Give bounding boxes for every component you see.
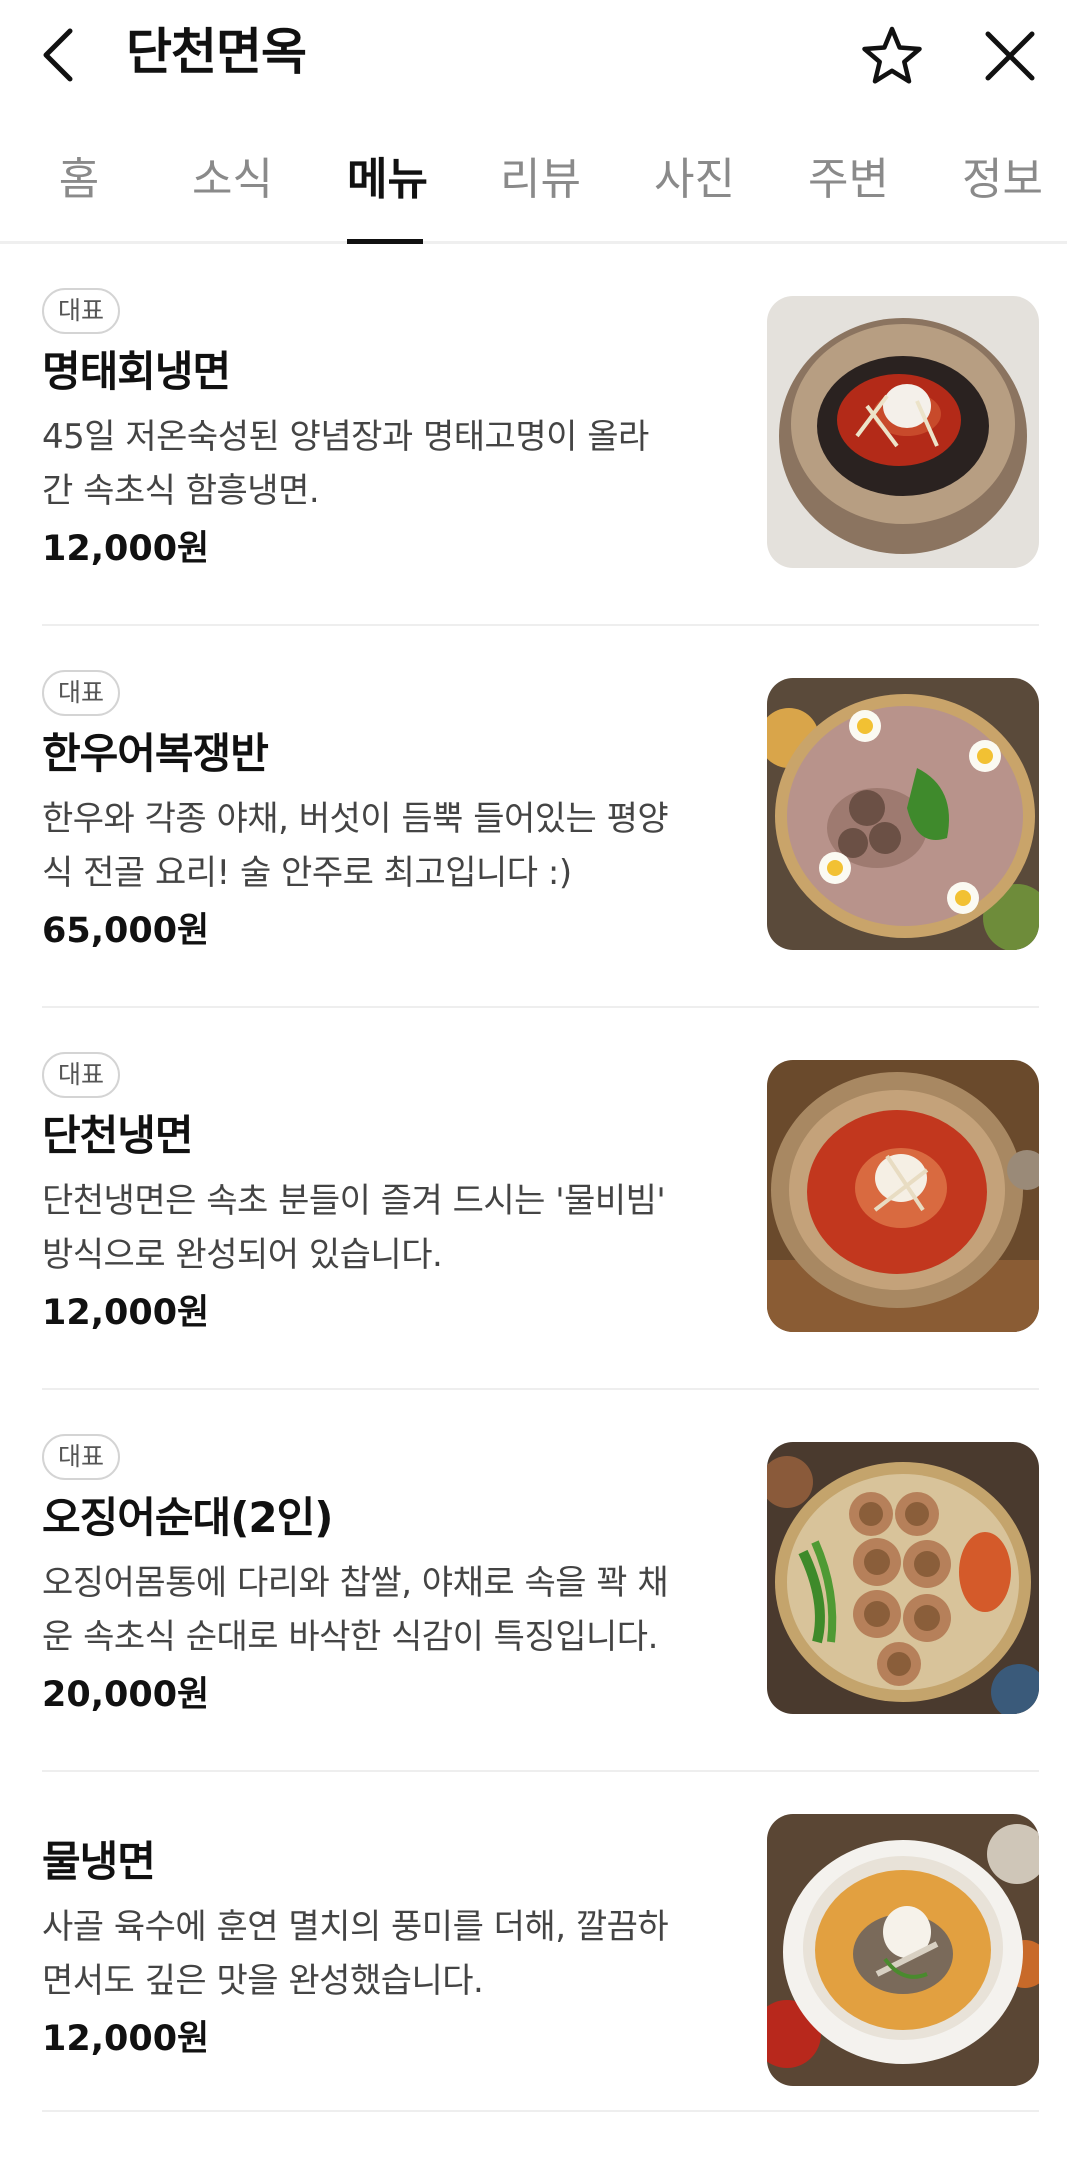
- tab-home[interactable]: 홈: [58, 152, 100, 244]
- menu-item[interactable]: 대표 한우어복쟁반 한우와 각종 야채, 버섯이 듬뿍 들어있는 평양 식 전골…: [42, 626, 1039, 1008]
- signature-badge: 대표: [42, 1434, 121, 1480]
- menu-item[interactable]: 대표 오징어순대(2인) 오징어몸통에 다리와 찹쌀, 야채로 속을 꽉 채 운…: [42, 1390, 1039, 1772]
- menu-item-price: 12,000원: [42, 2019, 210, 2059]
- tab-reviews[interactable]: 리뷰: [500, 152, 581, 244]
- menu-item-description: 사골 육수에 훈연 멸치의 풍미를 더해, 깔끔하 면서도 깊은 맛을 완성했습…: [42, 1900, 722, 2008]
- menu-item[interactable]: 물냉면 사골 육수에 훈연 멸치의 풍미를 더해, 깔끔하 면서도 깊은 맛을 …: [42, 1772, 1039, 2112]
- menu-item-name: 한우어복쟁반: [42, 729, 269, 778]
- tab-news[interactable]: 소식: [192, 152, 273, 244]
- tab-photos[interactable]: 사진: [654, 152, 735, 244]
- chevron-left-icon: [43, 28, 73, 82]
- menu-item-name: 물냉면: [42, 1837, 156, 1886]
- menu-item-description: 오징어몸통에 다리와 찹쌀, 야채로 속을 꽉 채 운 속초식 순대로 바삭한 …: [42, 1556, 722, 1664]
- beef-hotpot-platter-image: [767, 678, 1039, 950]
- tab-menu[interactable]: 메뉴: [347, 152, 428, 244]
- menu-list: 대표 명태회냉면 45일 저온숙성된 양념장과 명태고명이 올라 간 속초식 함…: [0, 244, 1067, 2112]
- menu-item-photo[interactable]: [767, 1442, 1039, 1714]
- mul-naengmyeon-bowl-image: [767, 1814, 1039, 2086]
- signature-badge: 대표: [42, 1052, 121, 1098]
- danchun-noodle-bowl-image: [767, 1060, 1039, 1332]
- menu-item-photo[interactable]: [767, 1060, 1039, 1332]
- description-line: 사골 육수에 훈연 멸치의 풍미를 더해, 깔끔하: [42, 1907, 669, 1947]
- app-header: 단천면옥: [0, 0, 1067, 112]
- menu-item-price: 20,000원: [42, 1675, 210, 1715]
- description-line: 식 전골 요리! 술 안주로 최고입니다 :): [42, 853, 572, 893]
- menu-item-name: 단천냉면: [42, 1111, 194, 1160]
- tab-nearby[interactable]: 주변: [808, 152, 889, 244]
- menu-item-price: 65,000원: [42, 911, 210, 951]
- favorite-button[interactable]: [858, 22, 926, 90]
- restaurant-menu-screen: 단천면옥 홈 소식 메뉴 리뷰 사진 주변 정보 대표 명태회냉면 45일 저온…: [0, 0, 1067, 2171]
- menu-item-price: 12,000원: [42, 529, 210, 569]
- menu-item-price: 12,000원: [42, 1293, 210, 1333]
- close-button[interactable]: [976, 22, 1044, 90]
- star-outline-icon: [862, 26, 922, 84]
- menu-item-photo[interactable]: [767, 678, 1039, 950]
- description-line: 운 속초식 순대로 바삭한 식감이 특징입니다.: [42, 1617, 658, 1657]
- menu-item-description: 한우와 각종 야채, 버섯이 듬뿍 들어있는 평양 식 전골 요리! 술 안주로…: [42, 792, 722, 900]
- tab-info[interactable]: 정보: [962, 152, 1043, 244]
- description-line: 방식으로 완성되어 있습니다.: [42, 1235, 443, 1275]
- signature-badge: 대표: [42, 670, 121, 716]
- close-icon: [985, 31, 1035, 81]
- description-line: 45일 저온숙성된 양념장과 명태고명이 올라: [42, 417, 649, 457]
- menu-item-name: 오징어순대(2인): [42, 1493, 333, 1542]
- menu-item-photo[interactable]: [767, 296, 1039, 568]
- menu-item[interactable]: 대표 단천냉면 단천냉면은 속초 분들이 즐겨 드시는 '물비빔' 방식으로 완…: [42, 1008, 1039, 1390]
- menu-item-name: 명태회냉면: [42, 347, 231, 396]
- menu-item-description: 단천냉면은 속초 분들이 즐겨 드시는 '물비빔' 방식으로 완성되어 있습니다…: [42, 1174, 722, 1282]
- menu-item-description: 45일 저온숙성된 양념장과 명태고명이 올라 간 속초식 함흥냉면.: [42, 410, 722, 518]
- back-button[interactable]: [34, 26, 82, 84]
- tab-bar: 홈 소식 메뉴 리뷰 사진 주변 정보: [0, 112, 1067, 244]
- signature-badge: 대표: [42, 288, 121, 334]
- page-title: 단천면옥: [126, 23, 307, 81]
- menu-item[interactable]: 대표 명태회냉면 45일 저온숙성된 양념장과 명태고명이 올라 간 속초식 함…: [42, 244, 1039, 626]
- description-line: 면서도 깊은 맛을 완성했습니다.: [42, 1961, 484, 2001]
- description-line: 단천냉면은 속초 분들이 즐겨 드시는 '물비빔': [42, 1181, 666, 1221]
- squid-sundae-platter-image: [767, 1442, 1039, 1714]
- description-line: 한우와 각종 야채, 버섯이 듬뿍 들어있는 평양: [42, 799, 669, 839]
- description-line: 오징어몸통에 다리와 찹쌀, 야채로 속을 꽉 채: [42, 1563, 669, 1603]
- cold-noodle-bowl-image: [767, 296, 1039, 568]
- description-line: 간 속초식 함흥냉면.: [42, 471, 320, 511]
- menu-item-photo[interactable]: [767, 1814, 1039, 2086]
